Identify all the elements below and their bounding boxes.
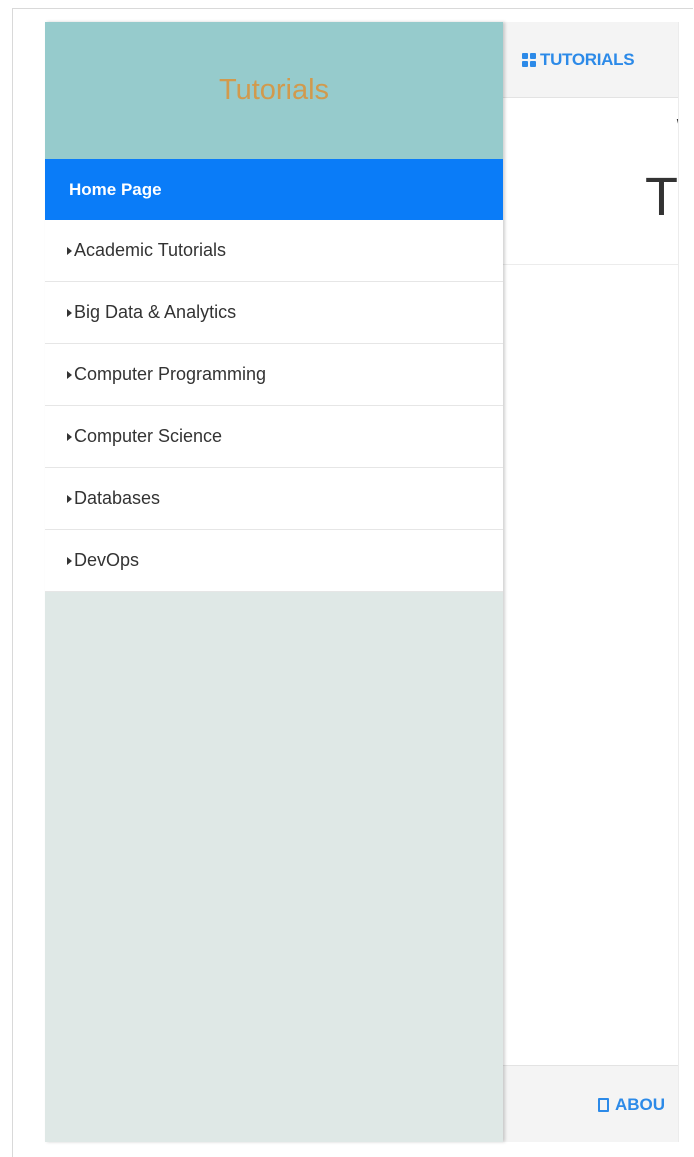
- tutorials-nav-link[interactable]: TUTORIALS: [522, 49, 635, 70]
- hero-heading: T: [645, 167, 678, 227]
- footer-bar: ABOU: [503, 1065, 678, 1142]
- sidebar-item-label: Academic Tutorials: [74, 240, 227, 260]
- sidebar: Tutorials Home Page Academic Tutorials B…: [45, 22, 503, 1142]
- sidebar-header: Tutorials: [45, 22, 503, 159]
- grid-icon: [522, 52, 536, 67]
- about-link[interactable]: ABOU: [598, 1095, 665, 1115]
- sidebar-item-label: DevOps: [74, 550, 140, 570]
- sidebar-menu: Home Page Academic Tutorials Big Data & …: [45, 159, 503, 592]
- hero-subheading: \: [677, 114, 678, 145]
- document-icon: [598, 1098, 609, 1112]
- caret-right-icon: [67, 308, 72, 317]
- sidebar-title: Tutorials: [218, 74, 330, 106]
- caret-right-icon: [67, 432, 72, 441]
- caret-right-icon: [67, 494, 72, 503]
- sidebar-item-label: Big Data & Analytics: [74, 302, 237, 322]
- sidebar-item-databases[interactable]: Databases: [45, 468, 503, 530]
- sidebar-item-label: Databases: [74, 488, 161, 508]
- caret-right-icon: [67, 556, 72, 565]
- caret-right-icon: [67, 246, 72, 255]
- sidebar-item-computer-programming[interactable]: Computer Programming: [45, 344, 503, 406]
- about-label: ABOU: [615, 1095, 666, 1114]
- sidebar-item-label: Computer Science: [74, 426, 223, 446]
- sidebar-item-devops[interactable]: DevOps: [45, 530, 503, 592]
- sidebar-item-label: Home Page: [69, 179, 162, 199]
- caret-right-icon: [67, 370, 72, 379]
- tutorials-nav-label: TUTORIALS: [540, 49, 635, 69]
- sidebar-item-home-page[interactable]: Home Page: [45, 159, 503, 220]
- sidebar-item-big-data-analytics[interactable]: Big Data & Analytics: [45, 282, 503, 344]
- sidebar-item-label: Computer Programming: [74, 364, 267, 384]
- sidebar-item-academic-tutorials[interactable]: Academic Tutorials: [45, 220, 503, 282]
- top-nav-bar: TUTORIALS: [503, 22, 678, 98]
- main-content: TUTORIALS \ T ABOU: [503, 22, 679, 1142]
- hero-section: \ T: [503, 98, 678, 265]
- sidebar-item-computer-science[interactable]: Computer Science: [45, 406, 503, 468]
